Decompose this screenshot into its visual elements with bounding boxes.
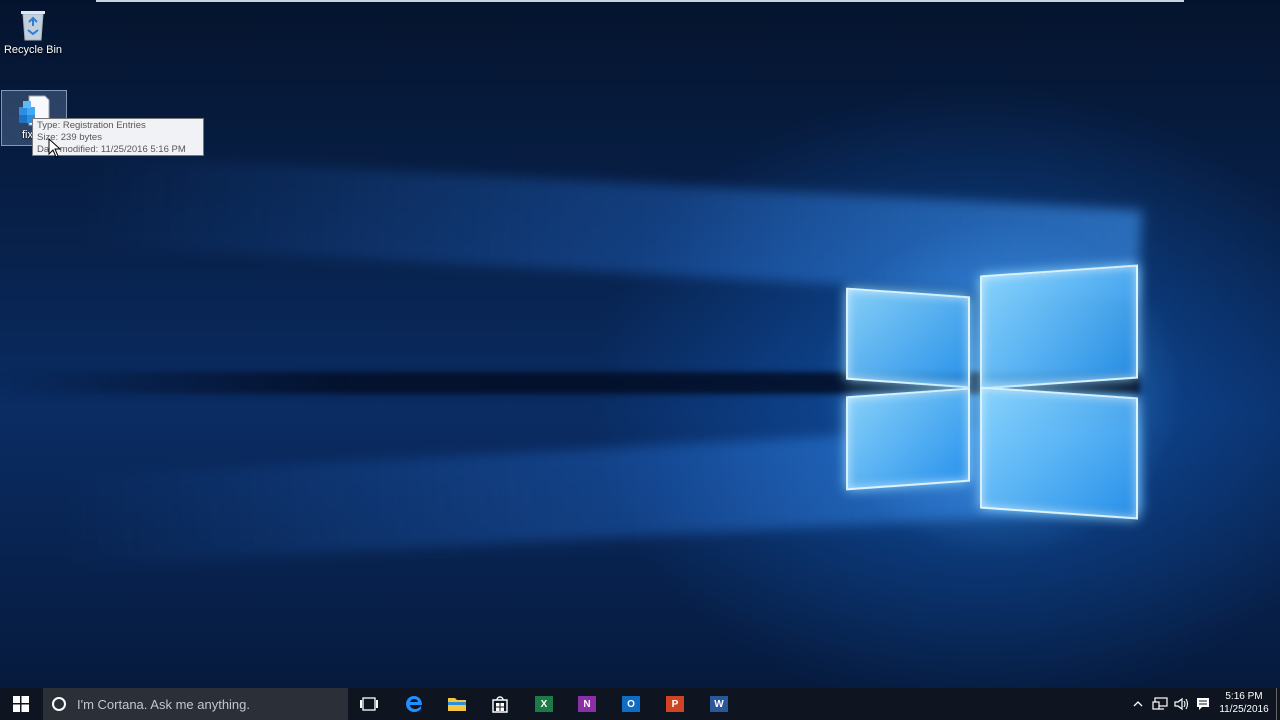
clock-time: 5:16 PM (1225, 691, 1263, 702)
start-button[interactable] (0, 688, 42, 720)
windows-logo-pane-top-right (980, 264, 1138, 390)
taskbar-excel[interactable]: X (523, 688, 565, 720)
taskbar-onenote[interactable]: N (566, 688, 608, 720)
windows-start-icon (13, 696, 29, 712)
edge-icon (406, 696, 422, 712)
windows-logo-pane-bottom-left (846, 387, 970, 491)
cortana-icon (52, 697, 66, 711)
clock-date: 11/25/2016 (1219, 704, 1269, 715)
window-edge-line (96, 0, 1184, 2)
tooltip-type: Type: Registration Entries (37, 120, 146, 131)
recycle-bin-label: Recycle Bin (3, 44, 63, 56)
excel-icon: X (535, 696, 553, 712)
show-desktop-button[interactable] (1276, 688, 1277, 720)
volume-button[interactable] (1172, 688, 1192, 720)
cortana-search-box[interactable]: I'm Cortana. Ask me anything. (43, 688, 348, 720)
windows-logo-pane-bottom-right (980, 386, 1138, 520)
mouse-pointer-icon (48, 138, 62, 158)
taskbar-edge[interactable] (393, 688, 435, 720)
chevron-up-icon (1133, 701, 1143, 707)
onenote-icon: N (578, 696, 596, 712)
recycle-bin-icon (21, 11, 45, 41)
taskbar-clock[interactable]: 5:16 PM 11/25/2016 (1214, 690, 1274, 716)
powerpoint-icon: P (666, 696, 684, 712)
taskbar-outlook[interactable]: O (610, 688, 652, 720)
store-icon (492, 696, 508, 713)
outlook-icon: O (622, 696, 640, 712)
speaker-icon (1174, 697, 1189, 711)
taskbar-store[interactable] (479, 688, 521, 720)
network-icon (1152, 697, 1168, 710)
search-placeholder: I'm Cortana. Ask me anything. (77, 696, 251, 712)
show-hidden-icons-button[interactable] (1130, 688, 1146, 720)
windows-logo-pane-top-left (846, 287, 970, 389)
network-button[interactable] (1150, 688, 1170, 720)
recycle-bin-shortcut[interactable]: Recycle Bin (1, 4, 65, 64)
taskbar: I'm Cortana. Ask me anything. X N O P W … (0, 688, 1280, 720)
desktop-background: Recycle Bin fix Type: Registration Entri… (0, 0, 1280, 688)
word-icon: W (710, 696, 728, 712)
task-view-button[interactable] (348, 688, 390, 720)
action-center-button[interactable] (1194, 688, 1212, 720)
taskbar-powerpoint[interactable]: P (654, 688, 696, 720)
taskbar-file-explorer[interactable] (436, 688, 478, 720)
file-explorer-icon (448, 698, 466, 711)
taskbar-word[interactable]: W (698, 688, 740, 720)
task-view-icon (360, 697, 378, 711)
notification-icon (1197, 698, 1209, 710)
